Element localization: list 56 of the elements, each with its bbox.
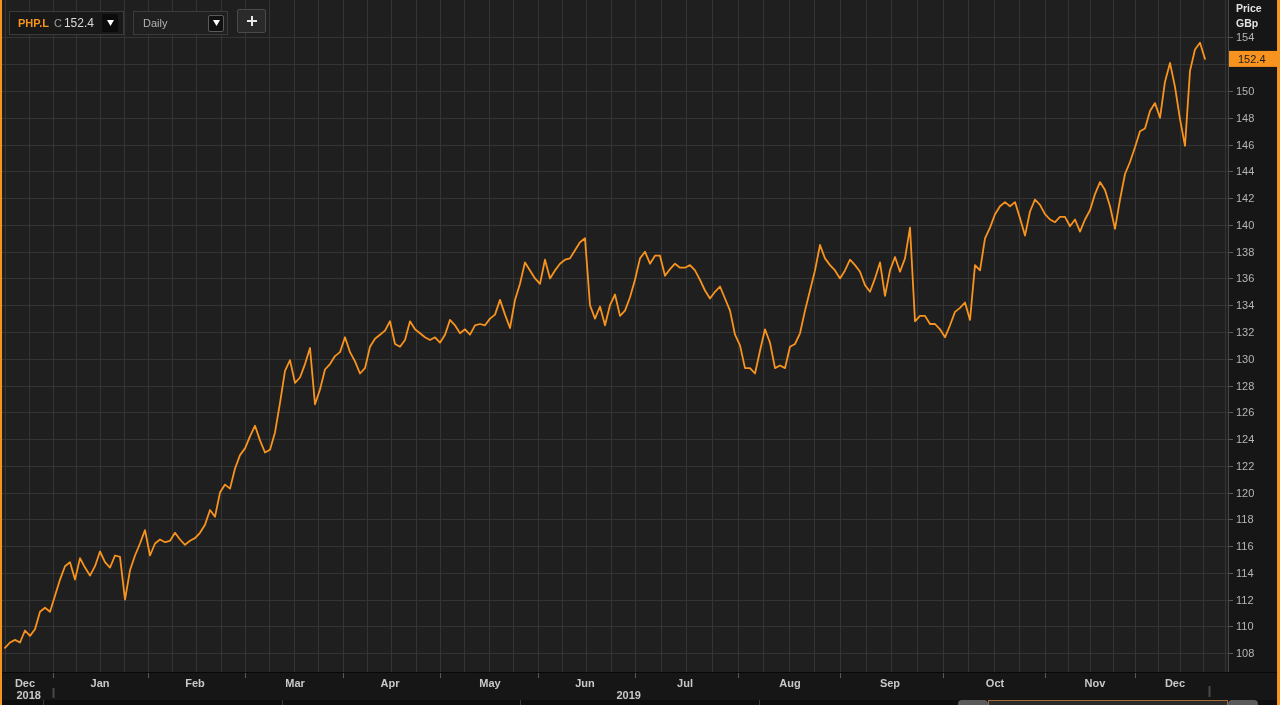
range-window[interactable] <box>988 700 1228 705</box>
close-label: C <box>54 17 62 29</box>
month-label: Feb <box>185 677 205 689</box>
month-label: Dec <box>14 677 36 689</box>
month-label: May <box>479 677 501 689</box>
axis-label: 124 <box>1236 433 1255 446</box>
month-label: Jul <box>677 677 693 689</box>
add-button[interactable] <box>237 9 266 33</box>
month-label: Jun <box>575 677 595 689</box>
symbol-text: PHP.L <box>18 17 49 29</box>
axis-label: 148 <box>1236 111 1255 124</box>
interval-value: Daily <box>143 17 168 29</box>
dropdown-button[interactable] <box>102 14 118 32</box>
axis-label: 142 <box>1236 192 1255 205</box>
month-label: Nov <box>1084 677 1106 689</box>
axis-label: 112 <box>1236 593 1254 606</box>
axis-label: 144 <box>1236 165 1255 178</box>
range-handle[interactable] <box>958 700 988 705</box>
axis-label: 132 <box>1236 326 1255 338</box>
axis-label: 122 <box>1236 459 1255 472</box>
axis-label: 118 <box>1236 513 1254 526</box>
month-label: Sep <box>879 677 901 689</box>
caret-icon <box>106 20 114 26</box>
axis-label: 138 <box>1236 245 1255 258</box>
axis-label: 114 <box>1236 566 1254 579</box>
range-handle[interactable] <box>1228 700 1258 705</box>
year-label: 2018 <box>16 689 41 700</box>
axis-label: 108 <box>1236 647 1255 660</box>
axis-label: 126 <box>1236 406 1255 419</box>
axis-label: 150 <box>1236 85 1255 98</box>
plus-icon <box>246 16 257 26</box>
axis-label: 136 <box>1236 272 1255 285</box>
axis-label: 154 <box>1236 31 1255 44</box>
axis-label: 116 <box>1236 540 1254 553</box>
interval-select[interactable]: Daily <box>133 11 228 35</box>
month-label: Oct <box>985 677 1005 689</box>
axis-label: 134 <box>1236 299 1255 312</box>
month-label: Apr <box>380 677 400 689</box>
axis-label: 120 <box>1236 486 1255 499</box>
axis-label: 130 <box>1236 352 1255 365</box>
dropdown-button[interactable] <box>208 14 224 32</box>
month-label: Dec <box>1164 677 1186 689</box>
axis-label: 128 <box>1236 379 1255 392</box>
month-label: Mar <box>285 677 305 689</box>
caret-icon <box>212 20 220 26</box>
close-price: 152.4 <box>63 16 94 30</box>
year-label: 2019 <box>616 689 641 700</box>
instrument-field[interactable]: PHP.L C 152.4 <box>9 11 124 35</box>
axis-label: 146 <box>1236 138 1255 151</box>
month-label: Jan <box>90 677 110 689</box>
axis-title: Price <box>1236 2 1262 14</box>
range-navigator[interactable] <box>2 700 1277 705</box>
month-label: Aug <box>779 677 801 689</box>
axis-label: 110 <box>1236 620 1254 633</box>
axis-label: 140 <box>1236 218 1255 231</box>
axis-unit: GBp <box>1236 17 1259 29</box>
